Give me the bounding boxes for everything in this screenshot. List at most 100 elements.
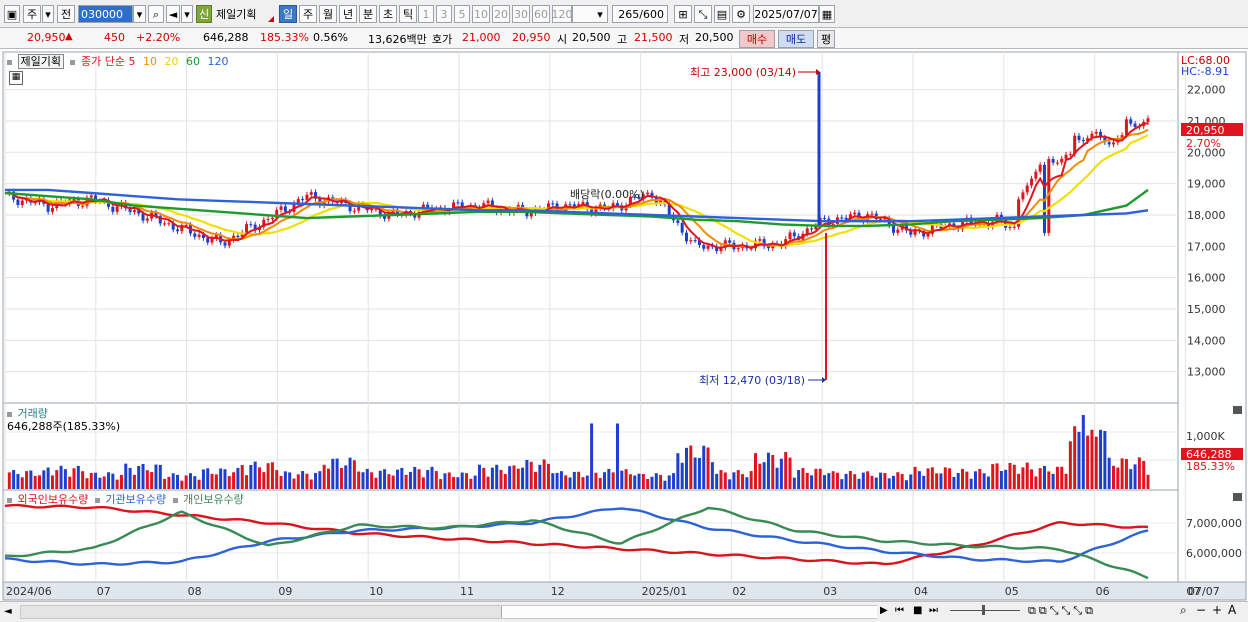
volume-bar [762, 462, 766, 489]
zoom-slider-handle[interactable] [982, 605, 985, 615]
volume-bar [417, 469, 421, 489]
prev-button[interactable]: 전 [57, 5, 75, 23]
zoom-icon[interactable]: ⌕ [1180, 603, 1187, 618]
sell-button[interactable]: 매도 [778, 30, 814, 48]
price-panel-frame [2, 51, 1179, 404]
interval-button-0[interactable]: 1 [418, 5, 434, 23]
zoom-slider[interactable] [950, 610, 1020, 611]
volume-bar [896, 472, 900, 489]
volume-bar [969, 478, 973, 489]
volume-bar [404, 474, 408, 489]
x-tick-label: 05 [1005, 585, 1019, 598]
volume-bar [102, 476, 106, 489]
period-tab-3[interactable]: 년 [339, 5, 357, 23]
x-tick-label: 09 [278, 585, 292, 598]
indicator-icon[interactable]: ⊞ [674, 5, 692, 23]
volume-bar [961, 468, 965, 489]
period-tab-5[interactable]: 초 [379, 5, 397, 23]
interval-button-7[interactable]: 120 [552, 5, 572, 23]
volume-bar [318, 471, 322, 489]
interval-button-4[interactable]: 20 [492, 5, 510, 23]
scroll-thumb[interactable] [501, 606, 877, 618]
interval-button-3[interactable]: 10 [472, 5, 490, 23]
high-label: 고 [617, 33, 628, 46]
volume-bar [546, 463, 550, 489]
chart-scrollbar[interactable]: ◄ ▶ ⏮ ■ ⏭ ⧉⧉⤡⤡⤡⧉ ⌕ − + A [0, 601, 1248, 622]
chart-area[interactable]: 22,000 21,000 20,000 19,000 18,000 17,000 16,0… [0, 50, 1248, 621]
interval-custom-select[interactable]: ▾ [572, 5, 608, 23]
period-tab-1[interactable]: 주 [299, 5, 317, 23]
buy-label: 매수 [746, 33, 768, 46]
stop-icon[interactable]: ■ [913, 605, 922, 616]
volume-bar [1030, 469, 1034, 489]
buy-button[interactable]: 매수 [739, 30, 775, 48]
interval-button-1[interactable]: 3 [436, 5, 452, 23]
period-tab-6[interactable]: 틱 [399, 5, 417, 23]
speaker-icon[interactable]: ◄ [166, 5, 180, 23]
volume-bar [702, 445, 706, 489]
zoom-out-icon[interactable]: − [1196, 603, 1206, 617]
volume-bar [240, 465, 244, 489]
volume-bar [1047, 471, 1051, 489]
volume-bar [253, 461, 257, 489]
period-tab-2[interactable]: 월 [319, 5, 337, 23]
bid-price: 20,950 [512, 31, 551, 44]
scroll-track[interactable] [20, 605, 877, 619]
candle-body [1146, 118, 1150, 123]
drawing-tools-icon[interactable]: ⧉⧉⤡⤡⤡⧉ [1028, 604, 1096, 618]
scroll-left-icon[interactable]: ◄ [4, 606, 12, 617]
volume-bar [296, 474, 300, 489]
zoom-in-icon[interactable]: + [1212, 603, 1222, 617]
volume-bar [42, 470, 46, 489]
volume-bar [128, 467, 132, 489]
volume-bar [378, 470, 382, 489]
price-legend-name[interactable]: 제일기획 [17, 54, 64, 69]
interval-button-5[interactable]: 30 [512, 5, 530, 23]
volume-bar [844, 473, 848, 489]
volume-panel-close-icon[interactable] [1233, 406, 1242, 414]
volume-bar [1012, 464, 1016, 489]
forward-icon[interactable]: ⏭ [929, 605, 938, 616]
grid-toggle-icon[interactable]: ▦ [9, 71, 23, 85]
interval-button-6[interactable]: 60 [532, 5, 550, 23]
period-tab-4[interactable]: 분 [359, 5, 377, 23]
font-icon[interactable]: A [1228, 603, 1236, 617]
candle-body [702, 245, 706, 249]
calendar-icon[interactable]: ▦ [819, 5, 835, 23]
rewind-icon[interactable]: ⏮ [895, 605, 904, 616]
draw-tool-icon[interactable]: ⤡ [694, 5, 712, 23]
volume-bar [1094, 436, 1098, 489]
volume-bar [697, 457, 701, 489]
volume-bar [499, 469, 503, 489]
volume-bar [335, 458, 339, 489]
volume-bar [94, 472, 98, 489]
volume-bar [383, 469, 387, 489]
candle-body [684, 232, 688, 242]
candle-body [352, 210, 356, 212]
turnover-rate: 0.56% [313, 31, 348, 44]
candle-body [1111, 142, 1115, 145]
code-dropdown-icon[interactable]: ▾ [133, 5, 146, 23]
search-icon[interactable]: ⌕ [148, 5, 164, 23]
date-input[interactable]: 2025/07/07 [753, 5, 819, 23]
volume-bar [249, 464, 253, 489]
avg-button[interactable]: 평 [817, 30, 835, 48]
speaker-dropdown-icon[interactable]: ▾ [181, 5, 193, 23]
count-input[interactable]: 265/600 [612, 5, 668, 23]
gear-icon[interactable]: ⚙ [732, 5, 750, 23]
high-price: 21,500 [634, 31, 673, 44]
chevron-down-icon[interactable]: ▾ [42, 5, 54, 23]
volume-bar [430, 466, 434, 489]
volume-bar [991, 464, 995, 489]
chart-canvas[interactable]: 22,00021,00020,00019,00018,00017,00016,0… [0, 50, 1248, 601]
holdings-panel-close-icon[interactable] [1233, 493, 1242, 501]
interval-button-2[interactable]: 5 [454, 5, 470, 23]
scroll-right-icon[interactable]: ▶ [880, 605, 888, 616]
volume-bar [1077, 431, 1081, 489]
window-icon[interactable]: ▣ [4, 5, 20, 23]
period-tab-0[interactable]: 일 [279, 5, 297, 23]
save-icon[interactable]: ▤ [714, 5, 730, 23]
period-type-select[interactable]: 주 [23, 5, 41, 23]
stock-code-input[interactable]: 030000 [78, 5, 133, 23]
price-change-pct: +2.20% [136, 31, 181, 44]
